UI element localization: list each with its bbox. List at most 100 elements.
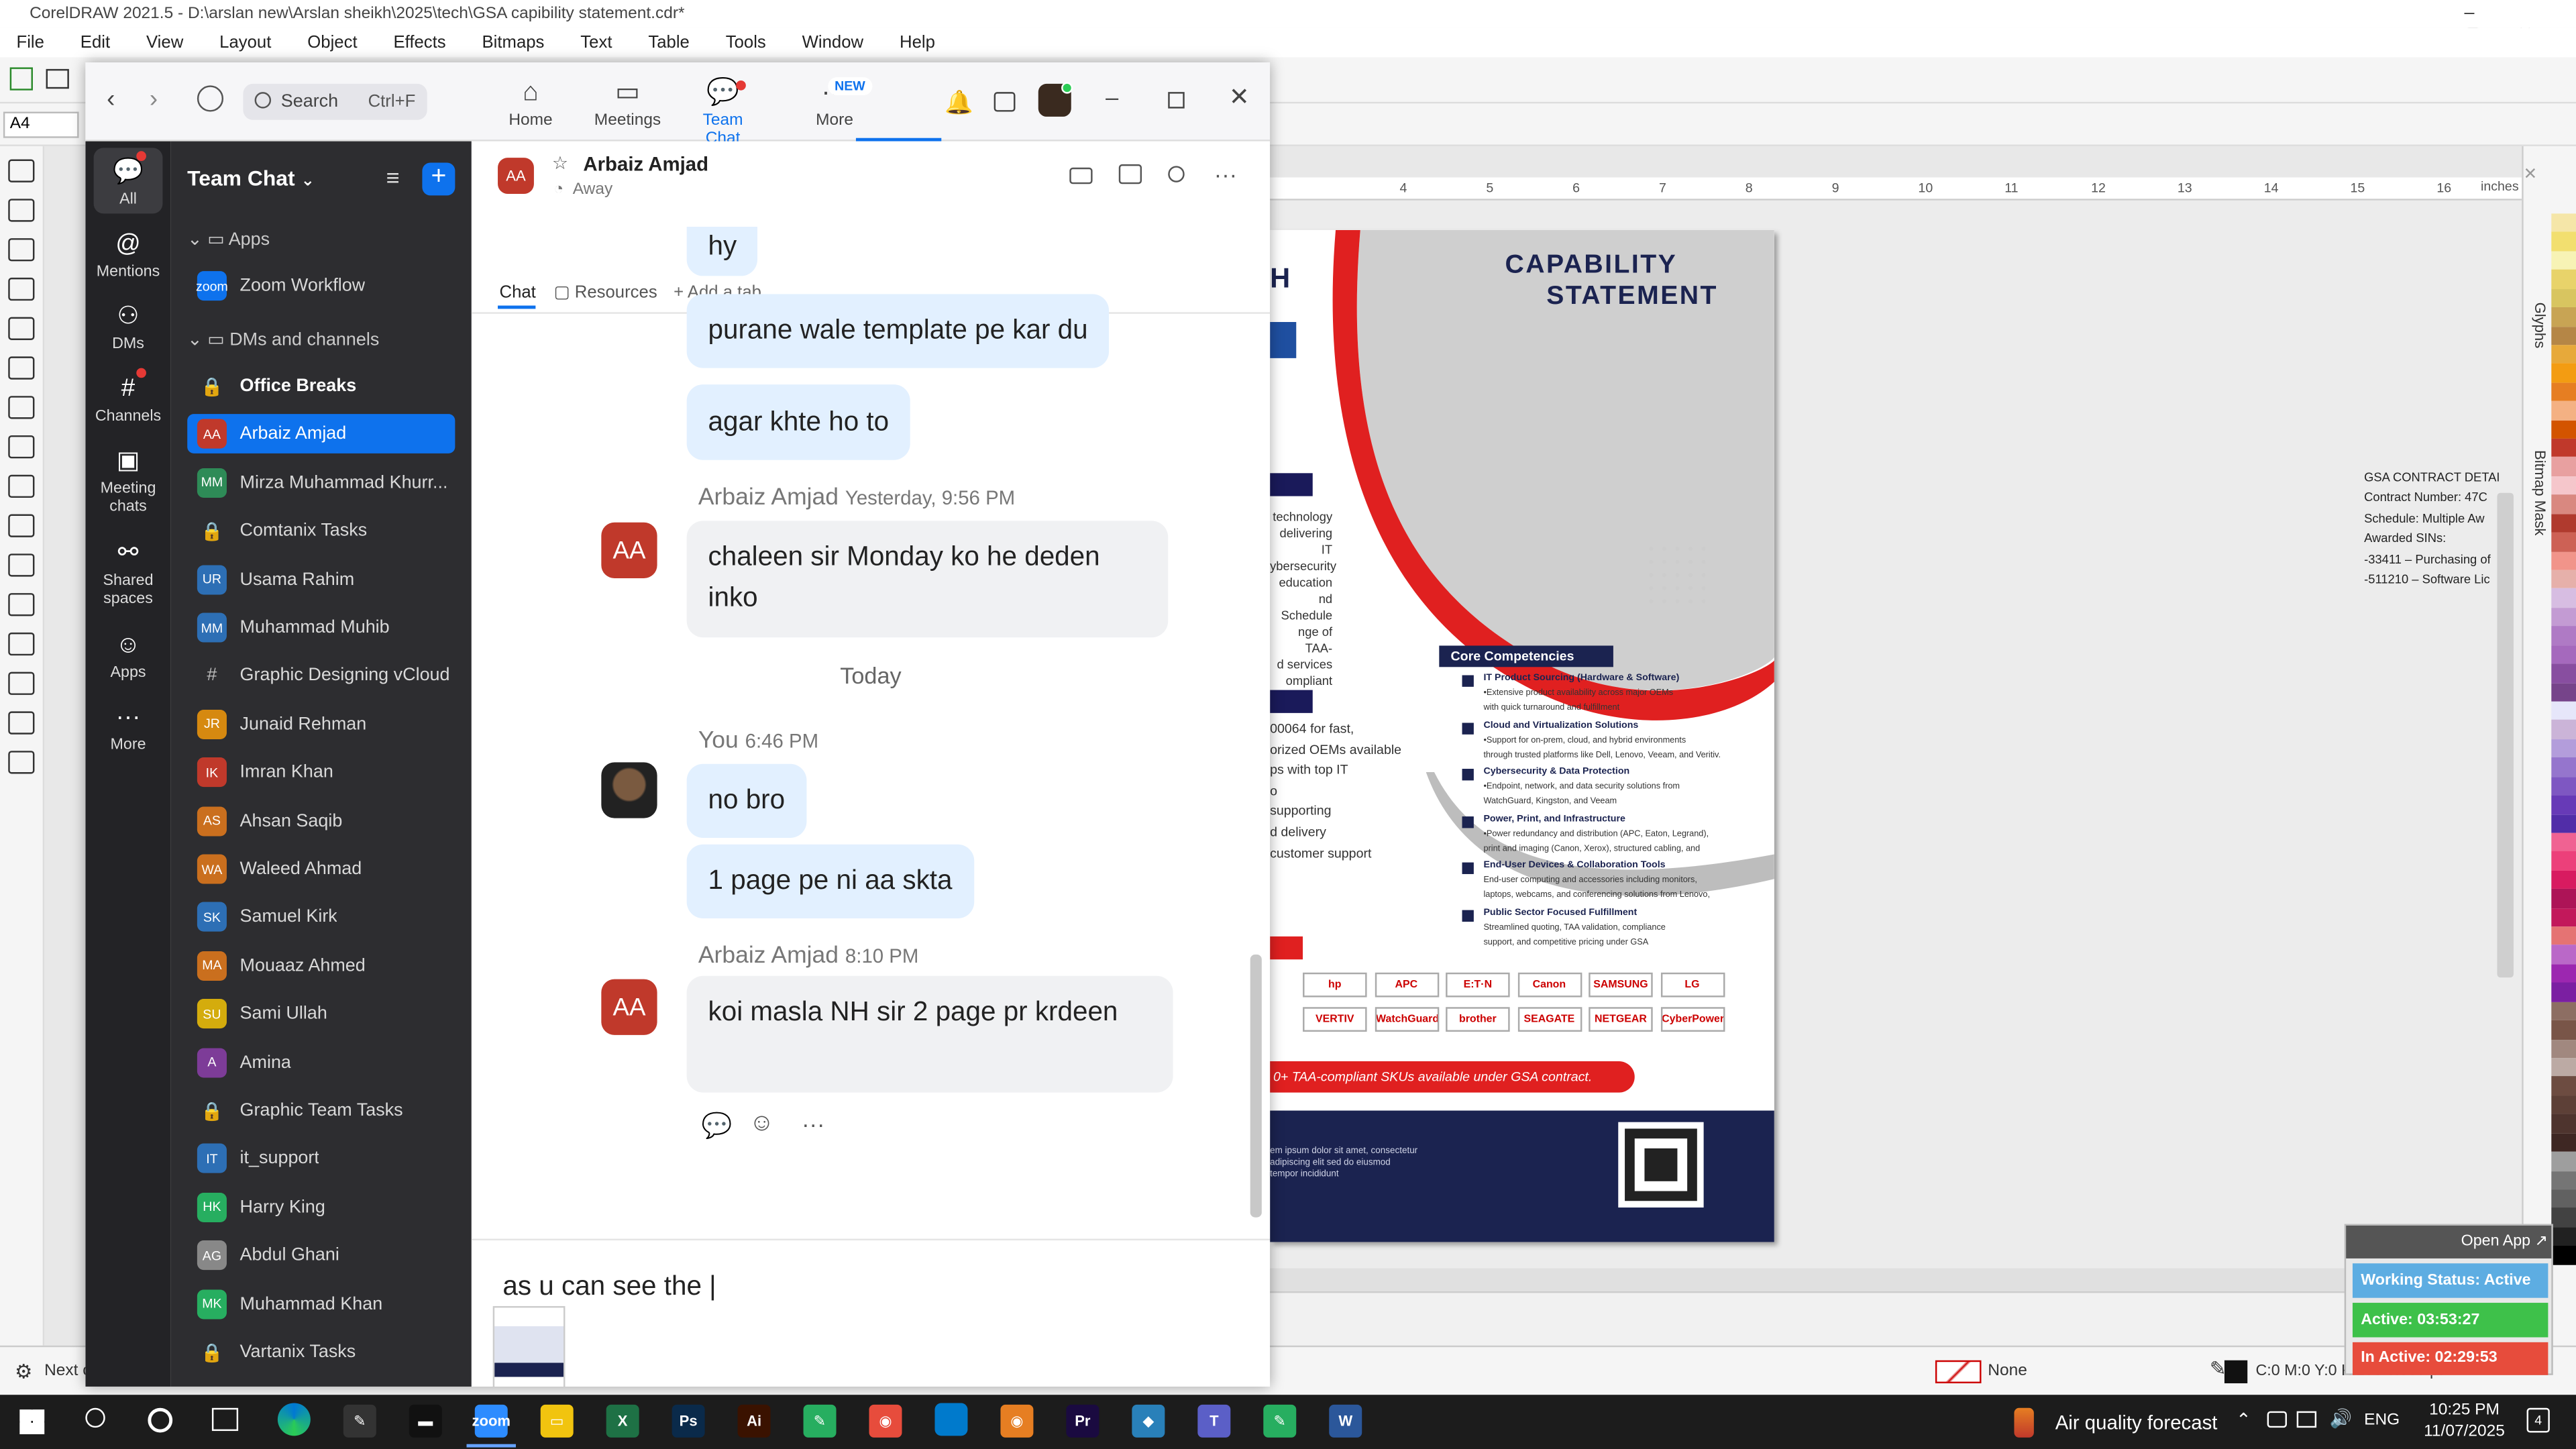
dms-section[interactable]: ⌄ ▭ DMs and channels bbox=[187, 329, 379, 350]
open-folder-icon[interactable] bbox=[46, 68, 69, 89]
menu-window[interactable]: Window bbox=[802, 33, 863, 52]
color-swatch[interactable] bbox=[2551, 720, 2576, 739]
notifications-icon[interactable]: 4 bbox=[2526, 1407, 2550, 1433]
cortana-icon[interactable] bbox=[148, 1407, 173, 1433]
crop-tool-icon[interactable] bbox=[8, 238, 35, 262]
edge-icon[interactable] bbox=[277, 1403, 311, 1436]
tab-resources[interactable]: ▢ Resources bbox=[553, 282, 657, 302]
color-swatch[interactable] bbox=[2551, 382, 2576, 402]
color-swatch[interactable] bbox=[2551, 645, 2576, 664]
sidebar-item-waleed-ahmad[interactable]: WA Waleed Ahmad bbox=[187, 849, 455, 889]
sidebar-item-usama-rahim[interactable]: UR Usama Rahim bbox=[187, 559, 455, 599]
photoshop-icon[interactable]: Ps bbox=[672, 1404, 705, 1438]
apps-section[interactable]: ⌄ ▭ Apps bbox=[187, 228, 270, 250]
color-swatch[interactable] bbox=[2551, 607, 2576, 627]
zoom-tool-icon[interactable] bbox=[8, 277, 35, 301]
color-swatch[interactable] bbox=[2551, 814, 2576, 833]
color-swatch[interactable] bbox=[2551, 926, 2576, 946]
sidebar-item-comtanix-tasks[interactable]: 🔒 Comtanix Tasks bbox=[187, 511, 455, 551]
minimize-icon[interactable]: – bbox=[1106, 84, 1118, 110]
color-swatch[interactable] bbox=[2551, 795, 2576, 814]
vscode-icon[interactable] bbox=[934, 1403, 968, 1436]
sidebar-item-samuel-kirk[interactable]: SK Samuel Kirk bbox=[187, 898, 455, 937]
sidebar-item-vartanix-tasks[interactable]: 🔒 Vartanix Tasks bbox=[187, 1332, 455, 1372]
pen-app-icon[interactable]: ✎ bbox=[343, 1404, 376, 1438]
menu-table[interactable]: Table bbox=[648, 33, 689, 52]
color-swatch[interactable] bbox=[2551, 420, 2576, 439]
close-docker-icon[interactable]: ✕ bbox=[2524, 166, 2538, 184]
green-app-icon[interactable]: ✎ bbox=[803, 1404, 837, 1438]
color-swatch[interactable] bbox=[2551, 1058, 2576, 1077]
color-swatch[interactable] bbox=[2551, 458, 2576, 476]
polygon-tool-icon[interactable] bbox=[8, 474, 35, 498]
rail-mentions[interactable]: @ Mentions bbox=[85, 230, 170, 282]
color-swatch[interactable] bbox=[2551, 494, 2576, 514]
sidebar-item-ahsan-saqib[interactable]: AS Ahsan Saqib bbox=[187, 801, 455, 841]
color-swatch[interactable] bbox=[2551, 1114, 2576, 1134]
menu-tools[interactable]: Tools bbox=[726, 33, 766, 52]
text-tool-icon[interactable] bbox=[8, 514, 35, 537]
color-swatch[interactable] bbox=[2551, 945, 2576, 965]
contact-name[interactable]: Arbaiz Amjad bbox=[583, 153, 708, 176]
new-chat-button[interactable]: + bbox=[422, 162, 455, 196]
sidebar-item-graphic-team-tasks[interactable]: 🔒 Graphic Team Tasks bbox=[187, 1091, 455, 1130]
my-avatar[interactable] bbox=[601, 762, 657, 818]
color-swatch[interactable] bbox=[2551, 588, 2576, 608]
color-swatch[interactable] bbox=[2551, 1095, 2576, 1115]
color-swatch[interactable] bbox=[2551, 1002, 2576, 1021]
color-swatch[interactable] bbox=[2551, 889, 2576, 908]
menu-help[interactable]: Help bbox=[900, 33, 935, 52]
rail-meeting-chats[interactable]: ▣ Meeting chats bbox=[85, 447, 170, 517]
sidebar-item-imran-khan[interactable]: IK Imran Khan bbox=[187, 753, 455, 792]
star-icon[interactable]: ☆ bbox=[552, 153, 568, 174]
transparency-tool-icon[interactable] bbox=[8, 672, 35, 695]
task-view-icon[interactable] bbox=[211, 1407, 239, 1432]
color-swatch[interactable] bbox=[2551, 833, 2576, 852]
open-app-link[interactable]: Open App ↗ bbox=[2461, 1232, 2548, 1250]
vertical-scrollbar[interactable] bbox=[2497, 492, 2514, 978]
color-swatch[interactable] bbox=[2551, 776, 2576, 796]
color-swatch[interactable] bbox=[2551, 1133, 2576, 1152]
message-bubble[interactable]: chaleen sir Monday ko he deden inko bbox=[686, 521, 1169, 638]
sidebar-title[interactable]: Team Chat ⌄ bbox=[187, 166, 315, 191]
color-swatch[interactable] bbox=[2551, 964, 2576, 983]
emoji-react-icon[interactable]: ☺ bbox=[749, 1109, 775, 1137]
chrome-icon[interactable]: ◉ bbox=[869, 1404, 902, 1438]
back-icon[interactable]: ‹ bbox=[107, 85, 115, 113]
rail-apps[interactable]: ☺ Apps bbox=[85, 631, 170, 682]
menu-view[interactable]: View bbox=[146, 33, 183, 52]
message-bubble[interactable]: agar khte ho to bbox=[686, 384, 910, 460]
zoom-taskbar-icon[interactable]: zoom bbox=[472, 1404, 511, 1438]
shadow-tool-icon[interactable] bbox=[8, 632, 35, 656]
color-swatch[interactable] bbox=[2551, 345, 2576, 364]
terminal-icon[interactable]: ▬ bbox=[409, 1404, 442, 1438]
line-tool-icon[interactable] bbox=[8, 553, 35, 577]
color-swatch[interactable] bbox=[2551, 439, 2576, 458]
file-explorer-icon[interactable]: ▭ bbox=[540, 1404, 574, 1438]
color-swatch[interactable] bbox=[2551, 270, 2576, 289]
chat-search-icon[interactable] bbox=[1168, 166, 1185, 182]
illustrator-icon[interactable]: Ai bbox=[737, 1404, 771, 1438]
color-swatch[interactable] bbox=[2551, 851, 2576, 871]
color-swatch[interactable] bbox=[2551, 1189, 2576, 1208]
rail-more[interactable]: ··· More bbox=[85, 703, 170, 755]
sidebar-item-harry-king[interactable]: HK Harry King bbox=[187, 1187, 455, 1227]
message-more-icon[interactable]: ··· bbox=[802, 1111, 824, 1137]
sidebar-item-muhammad-muhib[interactable]: MM Muhammad Muhib bbox=[187, 608, 455, 647]
color-swatch[interactable] bbox=[2551, 1245, 2576, 1265]
color-swatch[interactable] bbox=[2551, 532, 2576, 551]
volume-icon[interactable]: 🔊 bbox=[2330, 1408, 2353, 1429]
color-swatch[interactable] bbox=[2551, 739, 2576, 758]
sidebar-item-muhammad-khan[interactable]: MK Muhammad Khan bbox=[187, 1284, 455, 1324]
pen-icon[interactable]: ✎ bbox=[2210, 1357, 2226, 1380]
pick-tool-icon[interactable] bbox=[8, 159, 35, 182]
color-swatch[interactable] bbox=[2551, 626, 2576, 645]
rail-channels[interactable]: # Channels bbox=[85, 374, 170, 426]
menu-object[interactable]: Object bbox=[307, 33, 357, 52]
sidebar-item-sami-ullah[interactable]: SU Sami Ullah bbox=[187, 994, 455, 1034]
more-options-icon[interactable]: ··· bbox=[1214, 161, 1237, 187]
color-swatch[interactable] bbox=[2551, 1208, 2576, 1227]
ellipse-tool-icon[interactable] bbox=[8, 435, 35, 459]
excel-icon[interactable]: X bbox=[606, 1404, 639, 1438]
color-swatch[interactable] bbox=[2551, 570, 2576, 589]
